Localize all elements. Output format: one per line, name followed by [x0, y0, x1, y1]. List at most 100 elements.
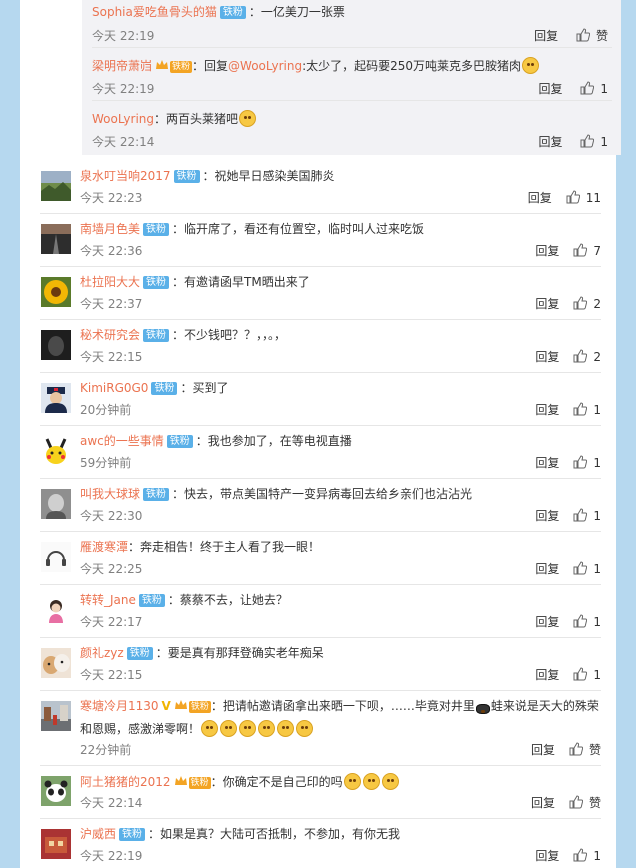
smile-emoji-icon [201, 720, 219, 737]
wink-emoji-icon [239, 720, 257, 737]
thumbs-up-icon[interactable] [573, 667, 588, 681]
thumbs-up-icon[interactable] [566, 190, 580, 204]
list-item: 泉水叮当响2017 铁粉 ：祝她早日感染美国肺炎 今天 22:23 回复 11 [20, 168, 616, 213]
grin-emoji-icon [381, 773, 399, 790]
comment-text: ：临开席了，看还有位置空，临时叫人过来吃饭 [172, 222, 425, 236]
reply-prefix: ：回复 [192, 59, 229, 73]
list-item: 寒塘冷月1130 V 铁粉 ：把请帖邀请函拿出来晒一下呗，……毕竟对井里 蛙来说是天大的… [20, 698, 616, 763]
avatar[interactable] [41, 330, 71, 360]
mention-link[interactable]: @WooLyring [228, 59, 302, 73]
reply-button[interactable]: 回复 [528, 191, 552, 205]
reply-button[interactable]: 回复 [535, 849, 559, 863]
avatar[interactable] [41, 436, 71, 466]
thumbs-up-icon[interactable] [573, 402, 588, 416]
username-link[interactable]: 叫我大球球 [80, 487, 140, 501]
avatar[interactable] [41, 648, 71, 678]
like-count: 2 [593, 350, 601, 364]
avatar[interactable] [41, 829, 71, 859]
thumbs-up-icon[interactable] [573, 508, 588, 522]
username-link[interactable]: 梁明帝萧岿 [92, 59, 152, 73]
thumbs-up-icon[interactable] [580, 81, 595, 95]
avatar[interactable] [41, 776, 71, 806]
username-link[interactable]: 泉水叮当响2017 [80, 169, 171, 183]
timestamp: 今天 22:19 [80, 849, 143, 863]
thumbs-up-icon[interactable] [573, 349, 588, 363]
reply-button[interactable]: 回复 [535, 615, 559, 629]
thumbs-up-icon[interactable] [573, 455, 588, 469]
thumbs-up-icon[interactable] [580, 134, 595, 148]
like-count: 1 [600, 82, 608, 96]
reply-text: ：一亿美刀一张票 [248, 5, 345, 19]
crown-icon [156, 60, 169, 69]
reply-button[interactable]: 回复 [534, 29, 558, 43]
thumbs-up-icon[interactable] [569, 795, 583, 809]
username-link[interactable]: WooLyring [92, 112, 154, 126]
reply-button[interactable]: 回复 [539, 135, 563, 149]
comment-actions: 回复 1 [535, 508, 601, 524]
avatar[interactable] [41, 224, 71, 254]
fan-badge: 铁粉 [143, 488, 170, 501]
grin-emoji-icon [277, 720, 295, 737]
timestamp: 20分钟前 [80, 403, 132, 417]
username-link[interactable]: 沪威西 [80, 827, 116, 841]
avatar[interactable] [41, 171, 71, 201]
list-item: 转转_Jane 铁粉 ：蔡蔡不去，让她去？ 今天 22:17 回复 1 [20, 592, 616, 637]
comment-text: ：有邀请函早TM晒出来了 [172, 275, 310, 289]
thumbs-up-icon[interactable] [573, 243, 588, 257]
smile-emoji-icon [522, 57, 540, 74]
frog-emoji-icon [475, 704, 490, 714]
comment-text-cont: 蛙来说是天大的殊荣 [490, 699, 599, 713]
username-link[interactable]: 秘术研究会 [80, 328, 140, 342]
thumbs-up-icon[interactable] [573, 848, 588, 862]
reply-button[interactable]: 回复 [535, 244, 559, 258]
username-link[interactable]: 雁渡寒潭 [80, 540, 128, 554]
thumbs-up-icon[interactable] [569, 742, 583, 756]
like-count: 1 [593, 615, 601, 629]
comment-text: ：我也参加了，在等电视直播 [195, 434, 352, 448]
username-link[interactable]: 寒塘冷月1130 [80, 699, 159, 713]
fan-badge: 铁粉 [126, 647, 153, 660]
list-item: 颜礼zyz 铁粉 ：要是真有那拜登确实老年痴呆 今天 22:15 回复 1 [20, 645, 616, 690]
like-count: 1 [593, 456, 601, 470]
reply-button[interactable]: 回复 [535, 350, 559, 364]
avatar[interactable] [41, 701, 71, 731]
thumbs-up-icon[interactable] [573, 296, 588, 310]
username-link[interactable]: Sophia爱吃鱼骨头的猫 [92, 5, 217, 19]
thumbs-up-icon[interactable] [576, 28, 590, 42]
comment-actions: 回复 1 [535, 667, 601, 683]
timestamp: 今天 22:37 [80, 297, 143, 311]
avatar[interactable] [41, 489, 71, 519]
reply-button[interactable]: 回复 [539, 82, 563, 96]
list-item: 阿土猪猪的2012 铁粉 ：你确定不是自己印的吗 今天 22:14 回复 赞 [20, 773, 616, 818]
username-link[interactable]: awc的一些事情 [80, 434, 164, 448]
thumbs-up-icon[interactable] [573, 561, 588, 575]
username-link[interactable]: 颜礼zyz [80, 646, 124, 660]
reply-button[interactable]: 回复 [535, 403, 559, 417]
fan-badge: 铁粉 [219, 6, 246, 19]
reply-button[interactable]: 回复 [535, 668, 559, 682]
reply-button[interactable]: 回复 [535, 456, 559, 470]
divider [40, 637, 601, 638]
username-link[interactable]: 转转_Jane [80, 593, 136, 607]
like-count: 赞 [588, 743, 601, 757]
list-item: 雁渡寒潭：奔走相告！终于主人看了我一眼！ 今天 22:25 回复 1 [20, 539, 616, 584]
reply-button[interactable]: 回复 [535, 509, 559, 523]
avatar[interactable] [41, 542, 71, 572]
avatar[interactable] [41, 595, 71, 625]
thumbs-up-icon[interactable] [573, 614, 588, 628]
username-link[interactable]: KimiRG0G0 [80, 381, 148, 395]
reply-button[interactable]: 回复 [535, 562, 559, 576]
avatar[interactable] [41, 277, 71, 307]
avatar[interactable] [41, 383, 71, 413]
username-link[interactable]: 阿土猪猪的2012 [80, 775, 171, 789]
divider [40, 213, 601, 214]
reply-button[interactable]: 回复 [535, 297, 559, 311]
grin-emoji-icon [343, 773, 361, 790]
list-item: 沪威西 铁粉 ：如果是真？大陆可否抵制，不参加，有你无我 今天 22:19 回复 1 [20, 826, 616, 868]
username-link[interactable]: 南墙月色美 [80, 222, 140, 236]
gold-fan-badge: 铁粉 [188, 701, 211, 713]
username-link[interactable]: 杜拉阳大大 [80, 275, 140, 289]
reply-button[interactable]: 回复 [531, 743, 555, 757]
reply-button[interactable]: 回复 [531, 796, 555, 810]
comment-actions: 回复 7 [535, 243, 601, 259]
